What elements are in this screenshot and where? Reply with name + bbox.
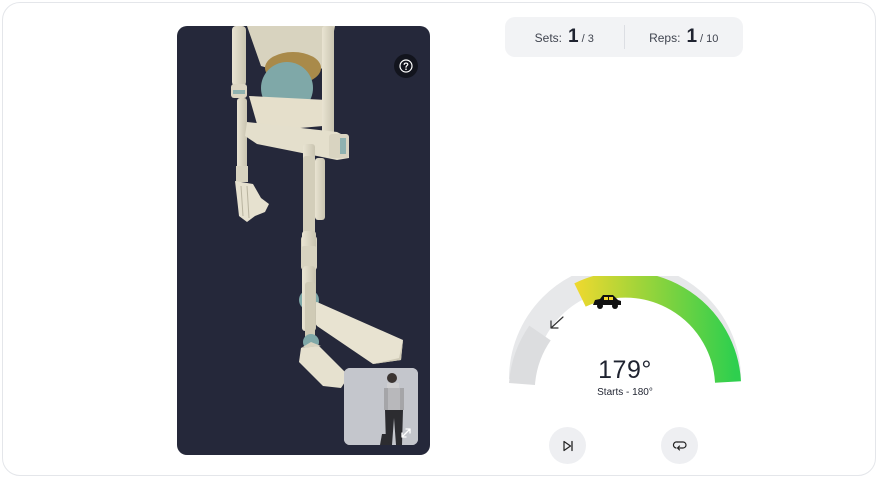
question-circle-icon [399, 59, 413, 73]
skeleton-3d-viewport[interactable] [177, 26, 430, 455]
reps-current: 1 [686, 26, 698, 47]
expand-icon[interactable] [398, 425, 414, 441]
skip-button[interactable] [549, 427, 586, 464]
reps-counter: Reps: 1 / 10 [625, 26, 744, 48]
sets-current: 1 [568, 26, 579, 47]
set-rep-counter: Sets: 1 / 3 Reps: 1 / 10 [505, 17, 743, 57]
current-angle: 179° [598, 356, 652, 384]
sets-counter: Sets: 1 / 3 [505, 26, 624, 48]
repeat-button[interactable] [661, 427, 698, 464]
sets-label: Sets: [534, 31, 563, 45]
help-button[interactable] [394, 54, 418, 78]
repeat-icon [672, 440, 687, 451]
reps-total: / 10 [700, 33, 719, 45]
start-angle: Starts - 180° [597, 387, 653, 398]
sets-total: / 3 [581, 33, 594, 45]
reps-label: Reps: [649, 31, 681, 45]
skip-forward-icon [562, 440, 573, 451]
reference-video-thumbnail[interactable] [344, 368, 418, 445]
